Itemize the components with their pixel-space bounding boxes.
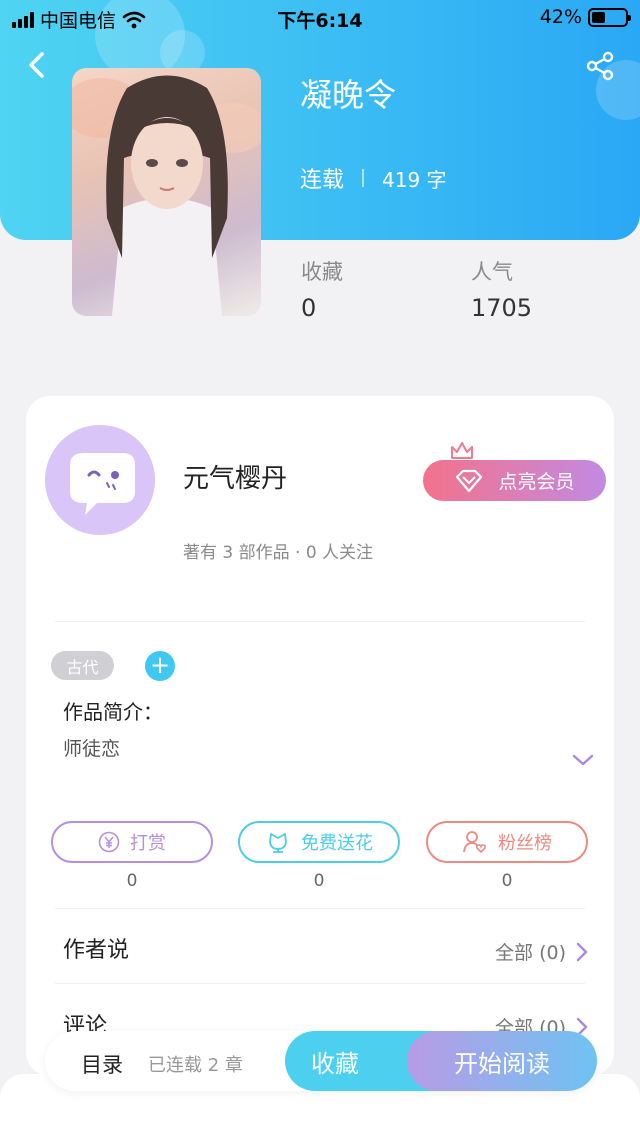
chevron-right-icon xyxy=(576,942,588,961)
fans-label: 粉丝榜 xyxy=(498,833,552,854)
diamond-icon xyxy=(456,469,483,492)
battery-percent: 42% xyxy=(539,6,582,28)
vip-button[interactable]: 点亮会员 xyxy=(423,460,606,501)
divider xyxy=(55,621,585,622)
intro-text: 师徒恋 xyxy=(63,738,121,760)
toc-button[interactable]: 目录 xyxy=(81,1049,123,1079)
flower-icon xyxy=(269,833,287,853)
tip-label: 打赏 xyxy=(130,833,166,854)
fans-icon xyxy=(463,831,487,854)
vip-label: 点亮会员 xyxy=(498,471,575,493)
author-says-count: 全部 (0) xyxy=(495,942,566,964)
genre-tag[interactable]: 古代 xyxy=(51,651,114,680)
book-meta: 连载 419 字 xyxy=(300,162,447,194)
flower-count: 0 xyxy=(313,871,325,891)
read-label: 开始阅读 xyxy=(454,1049,550,1078)
fans-count: 0 xyxy=(501,871,513,891)
author-says-all-link[interactable]: 全部 (0) xyxy=(495,938,588,965)
send-flower-button[interactable]: 免费送花 xyxy=(238,821,400,863)
add-tag-button[interactable]: + xyxy=(145,651,175,681)
meta-divider xyxy=(362,169,365,187)
status-bar: 中国电信 下午6:14 42% xyxy=(0,0,640,36)
tip-count: 0 xyxy=(126,871,138,891)
cover-illustration xyxy=(72,75,261,316)
stat-label: 人气 xyxy=(471,260,513,284)
book-cover[interactable] xyxy=(72,68,261,316)
author-info: 著有 3 部作品 · 0 人关注 xyxy=(183,543,374,563)
fans-ranking-button[interactable]: 粉丝榜 xyxy=(426,821,588,863)
tip-button[interactable]: 打赏 xyxy=(51,821,213,863)
plus-icon: + xyxy=(149,651,171,679)
start-reading-button[interactable]: 开始阅读 xyxy=(407,1031,597,1091)
book-title: 凝晚令 xyxy=(300,76,397,114)
flower-label: 免费送花 xyxy=(301,833,373,854)
divider xyxy=(55,983,585,984)
back-arrow-icon xyxy=(29,52,44,78)
stat-popularity: 人气 1705 xyxy=(471,256,532,322)
author-name[interactable]: 元气樱丹 xyxy=(183,458,287,495)
serial-status: 连载 xyxy=(300,168,345,193)
share-button[interactable] xyxy=(584,50,616,82)
author-avatar[interactable] xyxy=(45,425,155,535)
chat-bubble-icon xyxy=(70,453,135,515)
stat-value: 1705 xyxy=(471,294,533,322)
intro-title: 作品简介： xyxy=(63,700,163,724)
crown-icon xyxy=(451,442,473,462)
stat-value: 0 xyxy=(301,294,317,322)
chevron-down-icon[interactable] xyxy=(571,752,595,768)
author-says-title: 作者说 xyxy=(63,938,130,963)
back-button[interactable] xyxy=(22,48,52,82)
battery-status: 42% xyxy=(539,6,631,28)
battery-icon xyxy=(588,7,631,27)
serial-chapters: 已连载 2 章 xyxy=(148,1055,243,1076)
word-count: 419 字 xyxy=(382,167,447,192)
share-icon xyxy=(586,51,614,81)
stat-label: 收藏 xyxy=(301,260,343,284)
yen-icon xyxy=(98,831,120,853)
divider xyxy=(55,908,585,909)
favorite-label: 收藏 xyxy=(311,1049,359,1078)
stat-favorites: 收藏 0 xyxy=(301,256,343,322)
